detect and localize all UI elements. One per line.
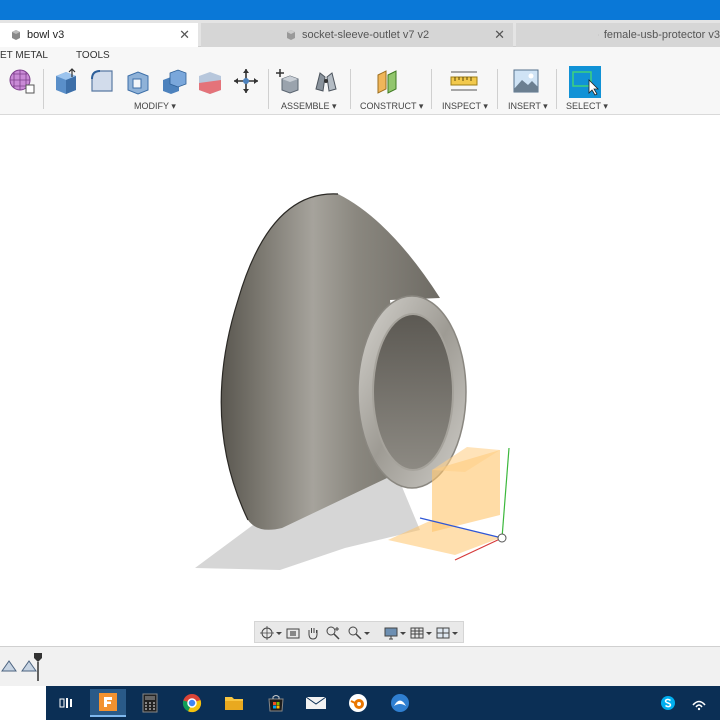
mesh-grid-icon[interactable] — [8, 67, 36, 95]
viewports-icon[interactable] — [435, 625, 451, 641]
zoom-icon[interactable] — [325, 625, 341, 641]
chevron-down-icon[interactable] — [363, 625, 371, 641]
chevron-down-icon[interactable] — [451, 625, 459, 641]
toolbar-separator — [497, 69, 498, 109]
calculator-icon[interactable] — [132, 689, 168, 717]
chevron-down-icon[interactable] — [275, 625, 283, 641]
fusion360-icon[interactable] — [90, 689, 126, 717]
timeline-bar — [0, 646, 720, 686]
blender-icon[interactable] — [340, 689, 376, 717]
close-icon[interactable]: ✕ — [494, 27, 505, 43]
split-body-icon[interactable] — [196, 67, 224, 95]
combine-icon[interactable] — [160, 67, 188, 95]
file-explorer-icon[interactable] — [216, 689, 252, 717]
tab-bowl[interactable]: bowl v3 ✕ — [0, 23, 198, 47]
modify-menu[interactable]: MODIFY ▾ — [134, 101, 176, 112]
construct-menu[interactable]: CONSTRUCT ▾ — [360, 101, 423, 112]
toolbar-separator — [556, 69, 557, 109]
fillet-icon[interactable] — [88, 67, 116, 95]
select-button[interactable] — [569, 66, 601, 98]
press-pull-icon[interactable] — [52, 67, 80, 95]
workspace-tab-sheet-metal[interactable]: ET METAL — [0, 50, 48, 61]
chevron-down-icon[interactable] — [399, 625, 407, 641]
window-title-bar — [0, 0, 720, 20]
tab-label: female-usb-protector v3 — [603, 29, 720, 41]
shell-icon[interactable] — [124, 67, 152, 95]
select-menu[interactable]: SELECT ▾ — [566, 101, 608, 112]
toolbar-separator — [268, 69, 269, 109]
bowl-model-view[interactable] — [0, 116, 720, 646]
insert-menu[interactable]: INSERT ▾ — [508, 101, 548, 112]
measure-icon[interactable] — [450, 67, 478, 95]
navigation-bar — [254, 621, 464, 643]
document-icon — [12, 30, 20, 40]
mail-icon[interactable] — [298, 689, 334, 717]
select-cursor-icon — [572, 71, 599, 96]
tab-socket-sleeve-outlet[interactable]: socket-sleeve-outlet v7 v2 ✕ — [201, 23, 513, 47]
ribbon-toolbar: ET METAL TOOLS MODIFY ▾ ASSEMBLE ▾ CONST… — [0, 47, 720, 115]
skype-icon[interactable] — [655, 689, 681, 717]
look-at-icon[interactable] — [285, 625, 301, 641]
toolbar-separator — [350, 69, 351, 109]
offset-plane-icon[interactable] — [374, 67, 402, 95]
timeline-marker-icon[interactable] — [34, 653, 42, 681]
assemble-menu[interactable]: ASSEMBLE ▾ — [281, 101, 337, 112]
toolbar-separator — [431, 69, 432, 109]
chevron-down-icon[interactable] — [425, 625, 433, 641]
new-component-icon[interactable] — [276, 67, 304, 95]
tab-label: bowl v3 — [27, 29, 65, 41]
y-axis — [501, 447, 510, 539]
move-icon[interactable] — [232, 67, 260, 95]
design-viewport[interactable] — [0, 116, 720, 646]
insert-image-icon[interactable] — [512, 67, 540, 95]
store-icon[interactable] — [258, 689, 294, 717]
workspace-tab-tools[interactable]: TOOLS — [76, 50, 110, 61]
search-box-area[interactable] — [0, 686, 46, 720]
chrome-icon[interactable] — [174, 689, 210, 717]
grid-settings-icon[interactable] — [409, 625, 425, 641]
tab-label: socket-sleeve-outlet v7 v2 — [302, 29, 430, 41]
bowl-opening — [372, 313, 454, 471]
close-icon[interactable]: ✕ — [179, 27, 190, 43]
orbit-icon[interactable] — [259, 625, 275, 641]
display-settings-icon[interactable] — [383, 625, 399, 641]
toolbar-separator — [43, 69, 44, 109]
network-icon[interactable] — [686, 689, 712, 717]
document-icon — [287, 30, 295, 40]
task-view-icon[interactable] — [48, 689, 84, 717]
inspect-menu[interactable]: INSPECT ▾ — [442, 101, 488, 112]
timeline-feature-icon[interactable] — [0, 657, 18, 675]
joint-icon[interactable] — [312, 67, 340, 95]
windows-taskbar — [0, 686, 720, 720]
origin-point[interactable] — [497, 533, 507, 543]
orca-icon[interactable] — [382, 689, 418, 717]
tab-female-usb-protector[interactable]: female-usb-protector v3 — [516, 23, 720, 47]
pan-hand-icon[interactable] — [305, 625, 321, 641]
document-tab-bar: bowl v3 ✕ socket-sleeve-outlet v7 v2 ✕ f… — [0, 20, 720, 47]
document-icon — [598, 34, 599, 36]
fit-icon[interactable] — [347, 625, 363, 641]
